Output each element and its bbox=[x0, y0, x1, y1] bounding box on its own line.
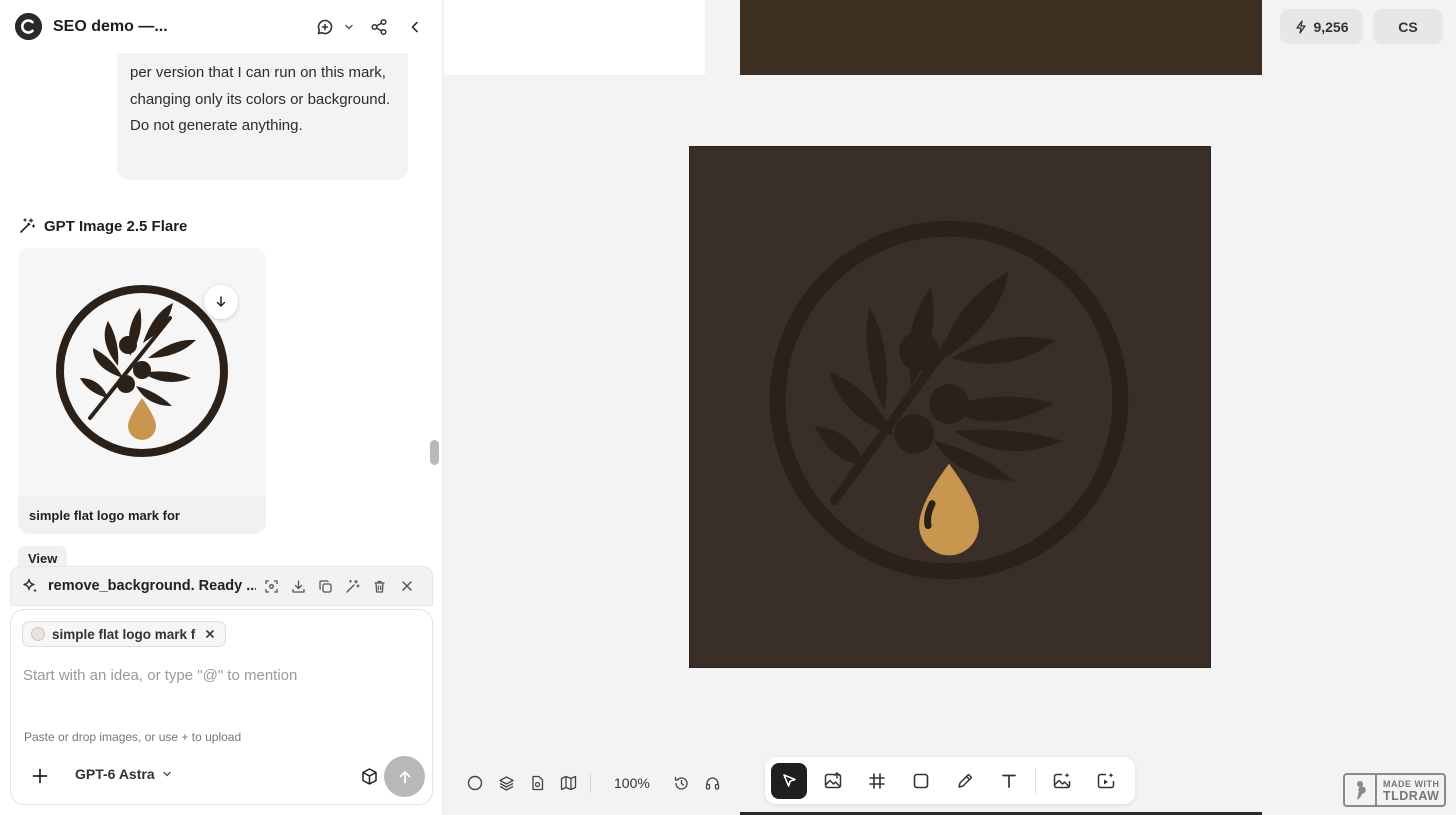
upload-hint: Paste or drop images, or use + to upload bbox=[24, 730, 242, 744]
trash-icon[interactable] bbox=[368, 573, 391, 599]
tldraw-text: MADE WITH TLDRAW bbox=[1377, 778, 1440, 802]
header-actions bbox=[311, 13, 442, 41]
pencil-icon[interactable] bbox=[947, 763, 983, 799]
headset-icon[interactable] bbox=[702, 770, 724, 796]
prompt-composer: simple flat logo mark for... Paste or dr… bbox=[10, 609, 433, 805]
user-avatar[interactable]: CS bbox=[1373, 9, 1443, 44]
panel-header: SEO demo —... bbox=[0, 0, 442, 53]
image-upload-icon[interactable] bbox=[815, 763, 851, 799]
focus-icon[interactable] bbox=[260, 573, 283, 599]
task-actions bbox=[260, 573, 418, 599]
map-icon[interactable] bbox=[557, 770, 579, 796]
download-icon[interactable] bbox=[204, 285, 238, 319]
generated-image-card[interactable]: simple flat logo mark for bbox=[18, 248, 266, 534]
select-arrow-icon[interactable] bbox=[771, 762, 807, 799]
canvas-image-top[interactable] bbox=[740, 0, 1262, 75]
collapse-panel-icon[interactable] bbox=[401, 13, 429, 41]
app-logo-icon[interactable] bbox=[15, 13, 42, 40]
view-tools: 100% bbox=[464, 770, 724, 796]
sparkle-icon bbox=[21, 577, 39, 595]
task-status-bar: remove_background. Ready ... bbox=[10, 566, 433, 606]
magic-wand-icon[interactable] bbox=[341, 573, 364, 599]
text-icon[interactable] bbox=[991, 763, 1027, 799]
canvas[interactable]: 9,256 CS 100% MADE WITH TLDRAW bbox=[444, 0, 1456, 815]
new-chat-icon[interactable] bbox=[311, 13, 339, 41]
ai-video-icon[interactable] bbox=[1088, 763, 1124, 799]
rectangle-icon[interactable] bbox=[903, 763, 939, 799]
ai-image-icon[interactable] bbox=[1044, 763, 1080, 799]
attachment-thumbnail bbox=[31, 627, 45, 641]
project-title[interactable]: SEO demo —... bbox=[53, 18, 293, 36]
chat-scrollbar[interactable] bbox=[430, 440, 439, 465]
model-name: GPT Image 2.5 Flare bbox=[44, 217, 188, 235]
model-select[interactable]: GPT-6 Astra bbox=[75, 766, 172, 782]
zoom-level[interactable]: 100% bbox=[614, 775, 650, 791]
divider bbox=[590, 773, 591, 793]
generated-image-thumbnail[interactable] bbox=[18, 248, 266, 496]
attachment-chip[interactable]: simple flat logo mark for... bbox=[22, 621, 226, 647]
canvas-shape-white[interactable] bbox=[444, 0, 705, 75]
credits-count: 9,256 bbox=[1313, 18, 1349, 35]
model-select-label: GPT-6 Astra bbox=[75, 766, 155, 782]
magic-wand-icon bbox=[18, 217, 36, 235]
chevron-down-icon[interactable] bbox=[343, 13, 355, 41]
add-attachment-button[interactable] bbox=[28, 764, 52, 788]
attachment-label: simple flat logo mark for... bbox=[52, 626, 196, 642]
tldraw-logo-icon bbox=[1345, 775, 1377, 805]
made-with-tldraw-badge[interactable]: MADE WITH TLDRAW bbox=[1343, 773, 1446, 807]
layers-icon[interactable] bbox=[495, 770, 517, 796]
drawing-toolbar bbox=[765, 757, 1135, 804]
user-message-bubble: per version that I can run on this mark,… bbox=[117, 50, 408, 180]
model-result-header: GPT Image 2.5 Flare bbox=[18, 217, 187, 235]
credits-balance[interactable]: 9,256 bbox=[1280, 9, 1363, 44]
history-icon[interactable] bbox=[671, 770, 693, 796]
task-label: remove_background. Ready ... bbox=[48, 578, 256, 594]
cube-icon[interactable] bbox=[358, 765, 380, 787]
remove-attachment-icon[interactable] bbox=[203, 627, 217, 641]
close-icon[interactable] bbox=[395, 573, 418, 599]
divider bbox=[1035, 767, 1036, 794]
chevron-down-icon bbox=[162, 769, 172, 779]
lightning-icon bbox=[1294, 19, 1308, 34]
download-icon[interactable] bbox=[287, 573, 310, 599]
chat-panel: SEO demo —... per version that I can run… bbox=[0, 0, 443, 815]
frame-hash-icon[interactable] bbox=[859, 763, 895, 799]
result-caption: simple flat logo mark for bbox=[18, 496, 266, 534]
copy-icon[interactable] bbox=[314, 573, 337, 599]
page-icon[interactable] bbox=[526, 770, 548, 796]
tldraw-line-2: TLDRAW bbox=[1383, 789, 1440, 803]
send-button[interactable] bbox=[384, 756, 425, 797]
prompt-input[interactable] bbox=[23, 663, 419, 687]
canvas-logo-image[interactable] bbox=[689, 146, 1211, 668]
circle-icon[interactable] bbox=[464, 770, 486, 796]
share-icon[interactable] bbox=[365, 13, 393, 41]
